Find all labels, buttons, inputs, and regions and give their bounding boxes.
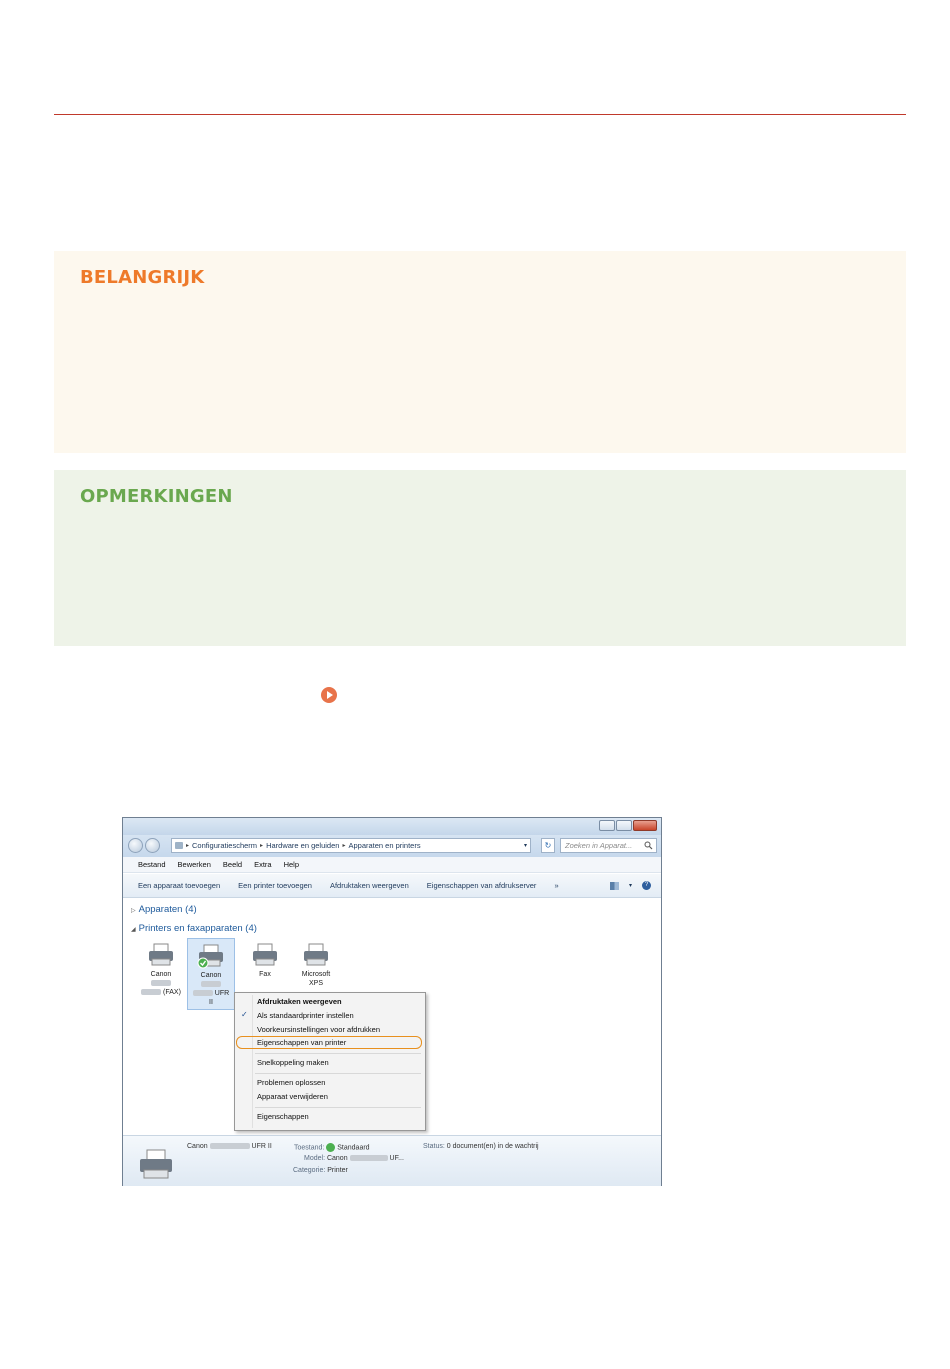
group-devices[interactable]: ▷ Apparaten (4) bbox=[131, 904, 197, 915]
address-field[interactable]: ▸ Configuratiescherm ▸ Hardware en gelui… bbox=[171, 838, 531, 853]
help-icon[interactable]: ? bbox=[642, 881, 651, 890]
search-icon bbox=[644, 841, 653, 850]
notes-title: OPMERKINGEN bbox=[80, 486, 233, 507]
folder-icon bbox=[175, 842, 183, 849]
close-button[interactable] bbox=[633, 820, 657, 831]
details-state: Toestand: Standaard bbox=[294, 1143, 370, 1152]
menu-bar: Bestand Bewerken Beeld Extra Help bbox=[123, 857, 661, 873]
view-options-icon[interactable] bbox=[609, 881, 619, 890]
devices-printers-window: ▸ Configuratiescherm ▸ Hardware en gelui… bbox=[122, 817, 662, 1186]
add-printer-button[interactable]: Een printer toevoegen bbox=[238, 881, 312, 890]
forward-icon[interactable] bbox=[145, 838, 160, 853]
menu-item-troubleshoot[interactable]: Problemen oplossen bbox=[257, 1077, 325, 1088]
printer-canon-fax[interactable]: Canon (FAX) bbox=[137, 942, 185, 997]
menu-item-remove-device[interactable]: Apparaat verwijderen bbox=[257, 1091, 328, 1102]
printer-icon bbox=[146, 942, 176, 968]
context-menu: Afdruktaken weergeven ✓ Als standaardpri… bbox=[234, 992, 426, 1131]
group-printers[interactable]: ◢ Printers en faxapparaten (4) bbox=[131, 923, 257, 934]
printer-icon bbox=[196, 943, 226, 969]
command-bar: Een apparaat toevoegen Een printer toevo… bbox=[123, 874, 661, 898]
header-rule bbox=[54, 114, 906, 115]
see-print-jobs-button[interactable]: Afdruktaken weergeven bbox=[330, 881, 409, 890]
important-title: BELANGRIJK bbox=[80, 267, 205, 288]
printer-icon bbox=[250, 942, 280, 968]
chevron-down-icon[interactable]: ▾ bbox=[524, 842, 527, 849]
details-printer-name: Canon UFR II bbox=[187, 1143, 272, 1150]
breadcrumb-control-panel[interactable]: Configuratiescherm bbox=[192, 841, 257, 850]
menu-item-properties[interactable]: Eigenschappen bbox=[257, 1111, 309, 1122]
important-box: BELANGRIJK bbox=[54, 251, 906, 453]
window-titlebar bbox=[123, 818, 661, 835]
minimize-button[interactable] bbox=[599, 820, 615, 831]
back-icon[interactable] bbox=[128, 838, 143, 853]
menu-view[interactable]: Beeld bbox=[223, 860, 242, 869]
menu-item-printer-properties[interactable]: Eigenschappen van printer bbox=[257, 1037, 346, 1048]
details-model: Model: Canon UF... bbox=[304, 1155, 404, 1162]
menu-tools[interactable]: Extra bbox=[254, 860, 272, 869]
menu-item-preferences[interactable]: Voorkeursinstellingen voor afdrukken bbox=[257, 1024, 380, 1035]
link-arrow-icon[interactable] bbox=[321, 687, 337, 703]
details-category: Categorie: Printer bbox=[293, 1167, 348, 1174]
search-input[interactable]: Zoeken in Apparat... bbox=[560, 838, 657, 853]
breadcrumb-hardware[interactable]: Hardware en geluiden bbox=[266, 841, 339, 850]
add-device-button[interactable]: Een apparaat toevoegen bbox=[138, 881, 220, 890]
menu-item-see-print-jobs[interactable]: Afdruktaken weergeven bbox=[257, 996, 342, 1007]
printer-microsoft-xps[interactable]: Microsoft XPS bbox=[292, 942, 340, 988]
more-commands-button[interactable]: » bbox=[554, 881, 558, 890]
menu-edit[interactable]: Bewerken bbox=[178, 860, 211, 869]
printer-fax[interactable]: Fax bbox=[241, 942, 289, 979]
details-status: Status: 0 document(en) in de wachtrij bbox=[423, 1143, 539, 1150]
printer-icon bbox=[301, 942, 331, 968]
refresh-icon[interactable]: ↻ bbox=[541, 838, 555, 853]
print-server-properties-button[interactable]: Eigenschappen van afdrukserver bbox=[427, 881, 537, 890]
breadcrumb-devices[interactable]: Apparaten en printers bbox=[348, 841, 420, 850]
chevron-down-icon[interactable]: ▾ bbox=[629, 882, 632, 889]
menu-item-set-default[interactable]: Als standaardprinter instellen bbox=[257, 1010, 354, 1021]
notes-box: OPMERKINGEN bbox=[54, 470, 906, 646]
menu-file[interactable]: Bestand bbox=[138, 860, 166, 869]
menu-item-create-shortcut[interactable]: Snelkoppeling maken bbox=[257, 1057, 329, 1068]
checkmark-icon: ✓ bbox=[241, 1010, 248, 1019]
details-pane: Canon UFR II Toestand: Standaard Status:… bbox=[123, 1135, 661, 1186]
menu-help[interactable]: Help bbox=[284, 860, 299, 869]
printer-canon-ufr-selected[interactable]: Canon UFR II bbox=[187, 938, 235, 1010]
maximize-button[interactable] bbox=[616, 820, 632, 831]
address-bar: ▸ Configuratiescherm ▸ Hardware en gelui… bbox=[123, 835, 661, 857]
printer-icon bbox=[137, 1148, 175, 1182]
status-ok-icon bbox=[326, 1143, 336, 1152]
